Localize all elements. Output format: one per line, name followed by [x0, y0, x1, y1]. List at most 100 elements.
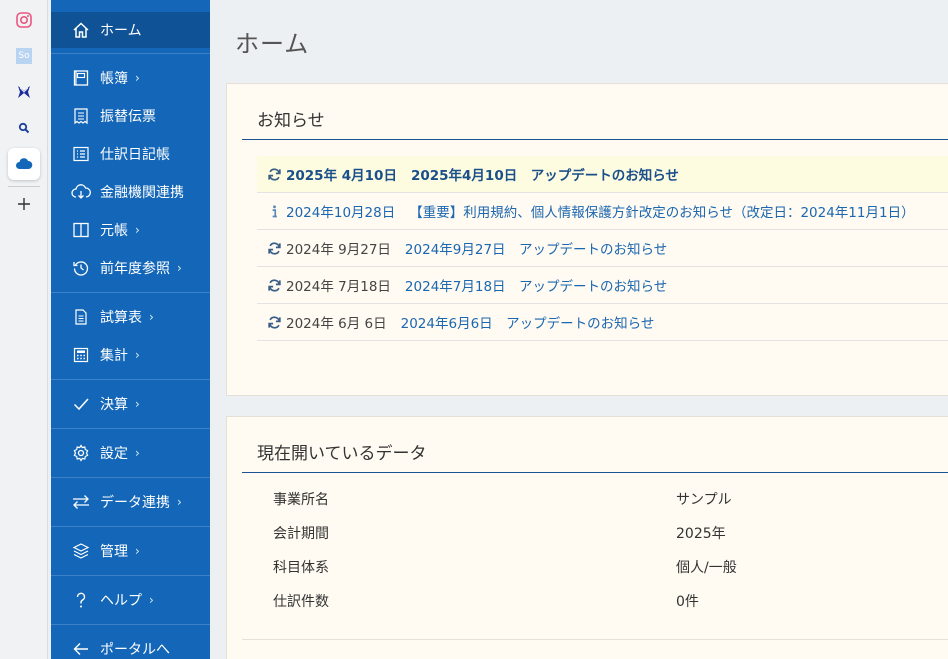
current-data-bottom-rule: [242, 639, 948, 640]
chevron-right-icon: ›: [135, 348, 140, 362]
search-icon[interactable]: [8, 112, 40, 144]
sidebar-divider: [51, 624, 210, 625]
layers-icon: [71, 541, 91, 561]
arrow-left-icon: [71, 639, 91, 659]
sidebar-item-label: データ連携: [100, 495, 170, 511]
sidebar-item-help[interactable]: ヘルプ ›: [51, 582, 210, 618]
news-date: 2025年 4月10日: [286, 168, 397, 184]
news-item[interactable]: 2025年 4月10日 2025年4月10日 アップデートのお知らせ: [257, 156, 948, 193]
plus-icon[interactable]: [8, 188, 40, 220]
sidebar-item-label: ヘルプ: [100, 593, 142, 609]
chevron-right-icon: ›: [177, 495, 182, 509]
sidebar-item-settings[interactable]: 設定 ›: [51, 435, 210, 471]
data-row: 事業所名 サンプル: [273, 481, 948, 515]
swap-icon: [71, 492, 91, 512]
sidebar-item-closing[interactable]: 決算 ›: [51, 386, 210, 422]
sidebar-item-label: 仕訳日記帳: [100, 147, 170, 163]
data-value: 0件: [676, 594, 699, 610]
chevron-right-icon: ›: [177, 261, 182, 275]
news-link[interactable]: 2025年4月10日 アップデートのお知らせ: [411, 164, 679, 184]
data-row: 科目体系 個人/一般: [273, 549, 948, 583]
sidebar-item-label: 集計: [100, 348, 128, 364]
sidebar-item-management[interactable]: 管理 ›: [51, 533, 210, 569]
sidebar-divider: [51, 379, 210, 380]
instagram-icon[interactable]: [8, 4, 40, 36]
so-app-icon[interactable]: So: [8, 40, 40, 72]
history-icon: [71, 258, 91, 278]
news-link[interactable]: 【重要】利用規約、個人情報保護方針改定のお知らせ（改定日：2024年11月1日）: [409, 201, 914, 221]
news-item[interactable]: 2024年 6月 6日 2024年6月6日 アップデートのお知らせ: [257, 304, 948, 341]
sidebar-item-transfer-slip[interactable]: 振替伝票: [51, 98, 210, 134]
main-content: ホーム お知らせ 2025年 4月10日 2025年4月10日 アップデートのお…: [210, 0, 948, 659]
sidebar-item-portal[interactable]: ポータルへ: [51, 631, 210, 659]
news-item[interactable]: 2024年 9月27日 2024年9月27日 アップデートのお知らせ: [257, 230, 948, 267]
data-key: 科目体系: [273, 560, 329, 576]
cloud-icon[interactable]: [8, 148, 40, 180]
news-link[interactable]: 2024年9月27日 アップデートのお知らせ: [405, 238, 667, 258]
news-date: 2024年10月28日: [286, 205, 396, 221]
check-icon: [71, 394, 91, 414]
sidebar-item-label: 金融機関連携: [100, 185, 184, 201]
sidebar-item-general-ledger[interactable]: 元帳 ›: [51, 212, 210, 248]
chevron-right-icon: ›: [149, 310, 154, 324]
news-date: 2024年 6月 6日: [286, 316, 387, 332]
sidebar-item-home[interactable]: ホーム: [51, 12, 210, 48]
sidebar-item-label: 設定: [100, 446, 128, 462]
butterfly-icon[interactable]: [8, 76, 40, 108]
cloud-download-icon: [71, 182, 91, 202]
sidebar-item-trial-balance[interactable]: 試算表 ›: [51, 299, 210, 335]
chevron-right-icon: ›: [149, 593, 154, 607]
chevron-right-icon: ›: [135, 446, 140, 460]
current-data-title: 現在開いているデータ: [257, 444, 427, 464]
news-card-rule: [242, 139, 948, 140]
sidebar-item-data-link[interactable]: データ連携 ›: [51, 484, 210, 520]
help-icon: [71, 590, 91, 610]
sidebar-item-bank-link[interactable]: 金融機関連携: [51, 174, 210, 210]
refresh-icon: [265, 165, 283, 183]
news-date: 2024年 9月27日: [286, 242, 391, 258]
book-icon: [71, 220, 91, 240]
data-row: 会計期間 2025年: [273, 515, 948, 549]
sidebar-item-label: ポータルへ: [100, 642, 170, 658]
data-value: サンプル: [676, 492, 732, 508]
sidebar-item-label: 管理: [100, 544, 128, 560]
app-rail: So: [0, 0, 48, 659]
sidebar-item-label: 振替伝票: [100, 109, 156, 125]
sidebar-item-previous-year[interactable]: 前年度参照 ›: [51, 250, 210, 286]
gear-icon: [71, 443, 91, 463]
sidebar-item-books[interactable]: 帳簿 ›: [51, 60, 210, 96]
news-link[interactable]: 2024年7月18日 アップデートのお知らせ: [405, 275, 667, 295]
data-value: 2025年: [676, 526, 726, 542]
chevron-right-icon: ›: [135, 223, 140, 237]
sidebar: ホーム 帳簿 › 振替伝票 仕訳日記帳 金融機関連携 元帳 › 前年度参照 › …: [51, 0, 210, 659]
sidebar-divider: [51, 526, 210, 527]
sidebar-item-journal[interactable]: 仕訳日記帳: [51, 136, 210, 172]
sidebar-item-label: 元帳: [100, 223, 128, 239]
sidebar-item-aggregate[interactable]: 集計 ›: [51, 337, 210, 373]
journal-list-icon: [71, 144, 91, 164]
rail-divider: [8, 186, 40, 187]
sidebar-item-label: ホーム: [100, 23, 142, 39]
chevron-right-icon: ›: [135, 71, 140, 85]
data-key: 仕訳件数: [273, 594, 329, 610]
sidebar-divider: [51, 428, 210, 429]
ledger-icon: [71, 68, 91, 88]
current-data-card: 現在開いているデータ 事業所名 サンプル 会計期間 2025年 科目体系 個人/…: [226, 416, 948, 659]
news-item[interactable]: 2024年10月28日 【重要】利用規約、個人情報保護方針改定のお知らせ（改定日…: [257, 193, 948, 230]
sidebar-item-label: 帳簿: [100, 71, 128, 87]
receipt-icon: [71, 106, 91, 126]
home-icon: [71, 20, 91, 40]
info-icon: [265, 202, 283, 220]
sidebar-divider: [51, 575, 210, 576]
data-row: 仕訳件数 0件: [273, 583, 948, 617]
news-date: 2024年 7月18日: [286, 279, 391, 295]
data-key: 会計期間: [273, 526, 329, 542]
news-card: お知らせ 2025年 4月10日 2025年4月10日 アップデートのお知らせ …: [226, 83, 948, 396]
refresh-icon: [265, 276, 283, 294]
news-link[interactable]: 2024年6月6日 アップデートのお知らせ: [401, 312, 655, 332]
chevron-right-icon: ›: [135, 544, 140, 558]
news-card-title: お知らせ: [257, 111, 325, 131]
sidebar-divider: [51, 292, 210, 293]
chevron-right-icon: ›: [135, 397, 140, 411]
news-item[interactable]: 2024年 7月18日 2024年7月18日 アップデートのお知らせ: [257, 267, 948, 304]
